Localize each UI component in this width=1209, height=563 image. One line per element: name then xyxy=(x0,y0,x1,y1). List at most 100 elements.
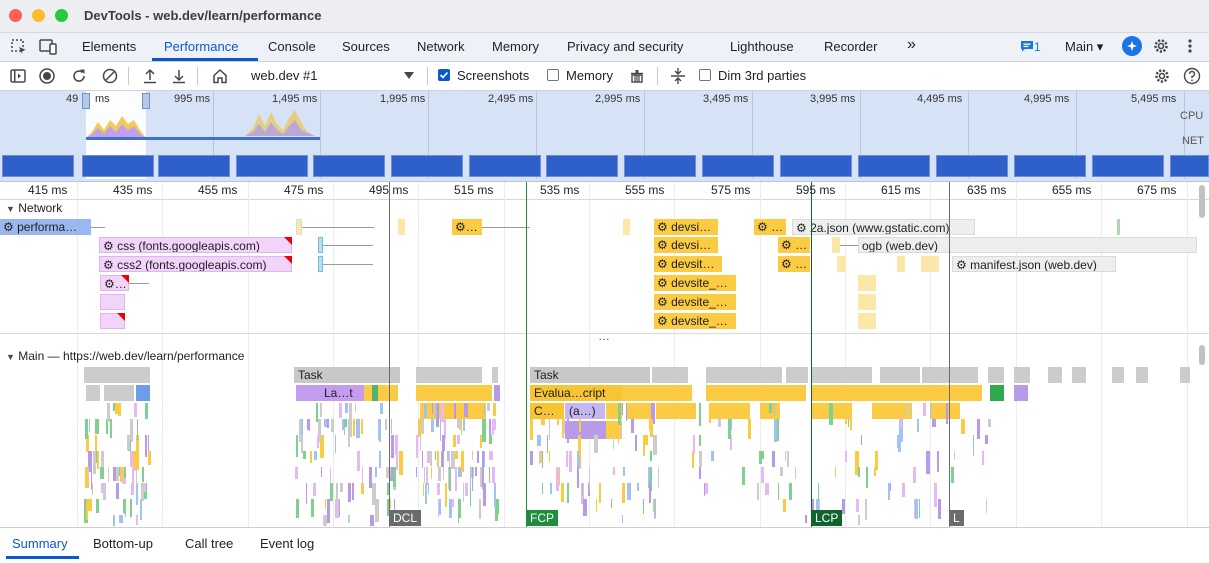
flame-entry[interactable] xyxy=(577,467,579,488)
flame-entry[interactable] xyxy=(425,483,427,504)
flame-entry[interactable] xyxy=(748,419,751,439)
flame-entry[interactable] xyxy=(141,483,144,501)
flame-entry[interactable] xyxy=(761,467,764,483)
flame-entry[interactable] xyxy=(596,499,597,512)
flame-entry[interactable] xyxy=(613,435,614,449)
flame-entry[interactable] xyxy=(631,419,634,433)
issues-count[interactable]: 1 xyxy=(1034,40,1041,54)
flame-entry[interactable] xyxy=(907,403,909,417)
flame-entry[interactable] xyxy=(119,515,123,523)
network-request[interactable]: ⚙ devsite_… xyxy=(654,313,736,329)
flame-entry[interactable] xyxy=(456,403,486,419)
flame-entry[interactable] xyxy=(131,483,134,495)
minimize-window-button[interactable] xyxy=(32,9,45,22)
flame-entry[interactable] xyxy=(449,499,452,518)
flame-entry[interactable] xyxy=(299,419,301,442)
flame-entry[interactable] xyxy=(416,435,418,458)
flame-entry[interactable] xyxy=(416,467,417,477)
flame-entry[interactable] xyxy=(932,385,982,401)
flame-entry[interactable] xyxy=(452,499,454,507)
flame-entry[interactable] xyxy=(530,451,533,465)
flame-entry[interactable] xyxy=(438,467,441,481)
flame-entry[interactable] xyxy=(440,419,441,441)
screenshot-thumbnail[interactable] xyxy=(158,155,230,177)
flame-entry[interactable] xyxy=(130,419,132,441)
flame-entry[interactable] xyxy=(327,419,329,428)
network-request[interactable]: ⚙ … xyxy=(778,237,810,253)
flame-entry[interactable] xyxy=(583,499,587,516)
flame-entry[interactable] xyxy=(919,499,920,518)
flame-entry[interactable] xyxy=(1014,385,1028,401)
flame-entry[interactable] xyxy=(756,385,786,401)
flame-entry[interactable] xyxy=(134,403,137,417)
flame-entry[interactable] xyxy=(479,499,481,519)
more-tabs-button[interactable]: » xyxy=(907,36,916,54)
flame-entry[interactable] xyxy=(492,467,495,483)
flame-entry[interactable] xyxy=(140,499,142,520)
flame-entry[interactable] xyxy=(845,403,847,424)
flame-entry[interactable] xyxy=(123,499,126,513)
flame-entry[interactable] xyxy=(643,499,644,514)
tab-event-log[interactable]: Event log xyxy=(260,536,314,551)
flame-entry[interactable] xyxy=(487,403,490,411)
flame-entry[interactable] xyxy=(582,483,583,495)
screenshot-thumbnail[interactable] xyxy=(936,155,1008,177)
flame-entry[interactable] xyxy=(423,483,424,496)
network-request[interactable] xyxy=(921,256,939,272)
track-resize-handle[interactable]: … xyxy=(598,329,610,343)
task-entry[interactable]: Task xyxy=(294,367,400,383)
flame-entry[interactable] xyxy=(378,385,398,401)
flame-entry[interactable] xyxy=(706,385,756,401)
flame-entry[interactable] xyxy=(561,483,564,502)
flame-entry[interactable] xyxy=(915,499,918,519)
flame-entry[interactable] xyxy=(320,403,322,417)
flame-entry[interactable] xyxy=(449,467,451,491)
flame-entry[interactable] xyxy=(985,435,988,444)
flame-entry[interactable] xyxy=(888,483,890,500)
flame-entry[interactable] xyxy=(379,451,381,468)
flame-entry[interactable] xyxy=(428,483,429,494)
network-request[interactable]: ⚙ performa… xyxy=(0,219,91,235)
flame-entry[interactable] xyxy=(938,499,941,519)
flame-entry[interactable] xyxy=(494,483,496,507)
flame-entry[interactable] xyxy=(785,451,786,461)
flame-entry[interactable] xyxy=(986,499,987,513)
flame-entry[interactable] xyxy=(137,419,138,441)
flame-entry[interactable] xyxy=(898,435,901,452)
evaluate-script-entry[interactable]: Evalua…cript xyxy=(530,385,622,401)
network-request[interactable]: ⚙ … xyxy=(754,219,786,235)
tab-bottom-up[interactable]: Bottom-up xyxy=(93,536,153,551)
flame-entry[interactable] xyxy=(762,451,764,459)
flame-entry[interactable] xyxy=(656,403,696,419)
anonymous-function-entry[interactable]: (a…) xyxy=(565,403,605,419)
network-request[interactable]: ⚙… xyxy=(452,219,482,235)
selection-left-handle[interactable] xyxy=(82,93,90,109)
network-request[interactable] xyxy=(100,294,125,310)
flame-entry[interactable] xyxy=(296,435,298,457)
flame-entry[interactable] xyxy=(115,403,118,414)
main-target-select[interactable]: Main ▾ xyxy=(1065,39,1103,55)
fcp-marker[interactable]: FCP xyxy=(526,510,558,526)
flame-entry[interactable] xyxy=(435,451,436,460)
flame-entry[interactable] xyxy=(437,483,440,495)
clear-icon[interactable] xyxy=(101,67,119,85)
dim-3rd-parties-checkbox[interactable] xyxy=(699,69,711,81)
garbage-collect-icon[interactable] xyxy=(628,67,646,85)
flame-entry[interactable] xyxy=(437,451,439,467)
flame-entry[interactable] xyxy=(313,483,316,496)
recording-select[interactable]: web.dev #1 xyxy=(243,65,419,87)
network-request[interactable] xyxy=(858,294,876,310)
flame-entry[interactable] xyxy=(1112,367,1124,383)
flame-entry[interactable] xyxy=(435,403,437,418)
flame-entry[interactable] xyxy=(842,499,845,514)
flame-entry[interactable] xyxy=(296,499,299,518)
network-request[interactable]: ogb (web.dev) xyxy=(858,237,1197,253)
flame-entry[interactable] xyxy=(759,451,762,464)
flame-entry[interactable] xyxy=(818,483,819,500)
flame-entry[interactable] xyxy=(1136,367,1148,383)
screenshot-thumbnail[interactable] xyxy=(391,155,463,177)
flame-entry[interactable] xyxy=(86,499,88,520)
flame-entry[interactable] xyxy=(650,451,652,461)
network-request[interactable] xyxy=(858,313,876,329)
flame-entry[interactable] xyxy=(549,451,550,462)
